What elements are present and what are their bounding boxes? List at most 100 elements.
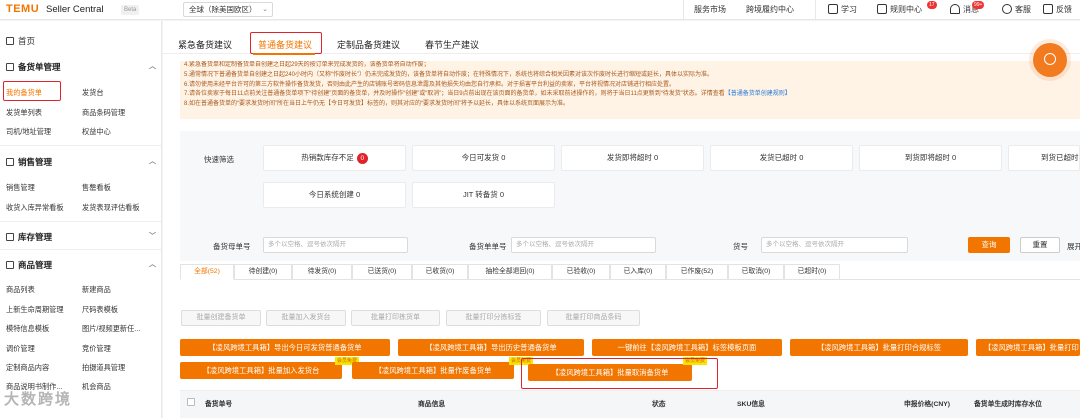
sidebar-item-new-product[interactable]: 新建商品 (82, 285, 111, 295)
messages-link[interactable]: 消息 99+ (950, 1, 985, 15)
status-tab-overdue[interactable]: 已超时(0) (784, 264, 840, 280)
clipboard-icon (6, 63, 14, 71)
parent-order-input[interactable]: 多个以空格、逗号依次隔开 (263, 237, 408, 253)
sidebar-item-props[interactable]: 拍摄道具管理 (82, 363, 125, 373)
sidebar-item-benefits[interactable]: 权益中心 (82, 127, 111, 137)
status-tab-returned[interactable]: 抽检全部退回(0) (468, 264, 552, 280)
sidebar-home[interactable]: 首页 (6, 35, 35, 47)
print-more-button[interactable]: 【凌风跨境工具箱】批量打印 (976, 339, 1080, 356)
tab-spring-festival[interactable]: 春节生产建议 (425, 38, 479, 51)
sidebar-item-shipping-desk[interactable]: 发货台 (82, 88, 104, 98)
quick-filter-low-stock[interactable]: 热销款库存不足 0 (263, 145, 406, 171)
status-tab-voided[interactable]: 已作废(52) (666, 264, 728, 280)
feedback-icon (1043, 4, 1053, 14)
learn-link[interactable]: 学习 (828, 4, 857, 15)
sidebar-section-products[interactable]: 商品管理 ︿ (6, 259, 156, 271)
tab-bar: 紧急备货建议 普通备货建议 定制品备货建议 春节生产建议 (163, 21, 1080, 55)
search-button[interactable]: 查询 (968, 237, 1010, 253)
tab-urgent[interactable]: 紧急备货建议 (178, 38, 232, 51)
quick-filter-jit[interactable]: JIT 转备货 0 (412, 182, 555, 208)
sidebar-item-size-chart[interactable]: 尺码表模板 (82, 305, 118, 315)
batch-print-barcode-button[interactable]: 批量打印商品条码 (547, 310, 640, 326)
sidebar-section-sales[interactable]: 销售管理 ︿ (6, 156, 156, 168)
headset-icon (1002, 4, 1012, 14)
status-tab-to-create[interactable]: 待创建(0) (234, 264, 292, 280)
sidebar-item-shipment-list[interactable]: 发货单列表 (6, 108, 42, 118)
sidebar-item-receiving-exceptions[interactable]: 收货入库异常看板 (6, 203, 64, 213)
region-select[interactable]: 全球（除美国欧区） ⌄ (183, 2, 273, 17)
order-no-input[interactable]: 多个以空格、逗号依次隔开 (511, 237, 656, 253)
status-tab-received[interactable]: 已收货(0) (412, 264, 468, 280)
sidebar-item-drivers[interactable]: 司机/地址管理 (6, 127, 51, 137)
feedback-link[interactable]: 反馈 (1043, 4, 1072, 15)
document-icon (877, 4, 887, 14)
batch-print-pick-button[interactable]: 批量打印拣货单 (351, 310, 440, 326)
active-tab-indicator (253, 53, 315, 55)
col-product-info: 商品信息 (418, 401, 446, 408)
divider (683, 0, 684, 20)
beta-badge: Beta (121, 5, 140, 15)
rules-center-link[interactable]: 规则中心 17 (877, 1, 937, 15)
batch-print-sort-button[interactable]: 批量打印分拣标签 (446, 310, 541, 326)
fulfillment-center-link[interactable]: 跨境履约中心 (746, 4, 794, 15)
floating-assistant-button[interactable] (1033, 43, 1067, 77)
sku-input[interactable]: 多个以空格、逗号依次隔开 (761, 237, 908, 253)
quick-filter-arrive-timeout-soon[interactable]: 到货即将超时 0 (859, 145, 1002, 171)
sidebar: 首页 备货单管理 ︿ 我的备货单 发货台 发货单列表 商品条码管理 司机/地址管理… (0, 21, 162, 418)
sidebar-item-media-update[interactable]: 图片/视频更新任... (82, 324, 140, 334)
batch-create-button[interactable]: 批量创建备货单 (181, 310, 261, 326)
quick-filter-ship-timeout-soon[interactable]: 发货即将超时 0 (561, 145, 704, 171)
notice-line: 8.如在普通备货单的“要求发货时间”所在当日上午仍无【今日可发货】标签的，则其对… (184, 101, 569, 108)
service-market-link[interactable]: 服务市场 (694, 4, 726, 15)
quick-filter-system-created[interactable]: 今日系统创建 0 (263, 182, 406, 208)
col-order-no: 备货单号 (205, 401, 233, 408)
tab-custom[interactable]: 定制品备货建议 (337, 38, 400, 51)
batch-add-desk-button[interactable]: 批量加入发货台 (266, 310, 346, 326)
print-compliance-button[interactable]: 【凌风跨境工具箱】批量打印合规标签 (790, 339, 968, 356)
highlight-box (250, 32, 322, 54)
sidebar-section-orders[interactable]: 备货单管理 ︿ (6, 61, 156, 73)
sku-label: 货号 (733, 242, 748, 251)
status-tab-shipped[interactable]: 已送货(0) (352, 264, 412, 280)
support-link[interactable]: 客服 (1002, 4, 1031, 15)
sidebar-item-soldout[interactable]: 售罄看板 (82, 183, 111, 193)
order-no-label: 备货单单号 (469, 242, 507, 251)
reset-button[interactable]: 重置 (1020, 237, 1060, 253)
export-history-button[interactable]: 【凌风跨境工具箱】导出历史普通备货单 (398, 339, 584, 356)
rules-link[interactable]: 【普通备货单创建规则】 (725, 91, 791, 97)
quick-filter-ship-today[interactable]: 今日可发货 0 (412, 145, 555, 171)
sidebar-item-product-list[interactable]: 商品列表 (6, 285, 35, 295)
sidebar-item-custom-content[interactable]: 定制商品内容 (6, 363, 49, 373)
box-icon (6, 233, 14, 241)
quick-filter-ship-timeout[interactable]: 发货已超时 0 (710, 145, 853, 171)
export-today-button[interactable]: 【凌风跨境工具箱】导出今日可发货普通备货单 (180, 339, 390, 356)
status-tab-cancelled[interactable]: 已取消(0) (728, 264, 784, 280)
sidebar-item-opportunity[interactable]: 机会商品 (82, 382, 111, 392)
sidebar-item-sales[interactable]: 销售管理 (6, 183, 35, 193)
status-tab-to-ship[interactable]: 待发货(0) (292, 264, 352, 280)
count-badge: 0 (356, 153, 368, 164)
sidebar-item-lifecycle[interactable]: 上新生命周期管理 (6, 305, 64, 315)
sidebar-item-model-info[interactable]: 模特信息模板 (6, 324, 49, 334)
temu-logo[interactable]: TEMU (6, 3, 39, 15)
notice-line: 7.请各位卖家于每日11点前关注普通备货单项下“待创建”页面的备货单，并及时操作… (184, 91, 791, 98)
goto-template-button[interactable]: 一键前往【凌风跨境工具箱】标签模板页面 (592, 339, 782, 356)
quick-filter-arrive-timeout[interactable]: 到货已超时 (1008, 145, 1080, 171)
watermark: 大数跨境 (4, 391, 73, 408)
expand-link[interactable]: 展开 (1067, 241, 1080, 252)
sidebar-item-shipping-performance[interactable]: 发货表现评估看板 (82, 203, 140, 213)
sidebar-item-price-adjust[interactable]: 调价管理 (6, 344, 35, 354)
col-sku-info: SKU信息 (737, 401, 765, 408)
parent-order-label: 备货母单号 (213, 242, 251, 251)
batch-void-plugin-button[interactable]: 【凌风跨境工具箱】批量作废备货单 (352, 362, 514, 379)
sidebar-item-bidding[interactable]: 竞价管理 (82, 344, 111, 354)
batch-add-desk-plugin-button[interactable]: 【凌风跨境工具箱】批量加入发货台 (180, 362, 342, 379)
select-all-checkbox[interactable] (187, 398, 195, 406)
status-tab-accepted[interactable]: 已验收(0) (552, 264, 610, 280)
sidebar-item-barcode[interactable]: 商品条码管理 (82, 108, 125, 118)
status-tab-stocked[interactable]: 已入库(0) (610, 264, 666, 280)
status-tab-all[interactable]: 全部(52) (180, 264, 234, 280)
bell-icon (950, 4, 960, 14)
sidebar-section-inventory[interactable]: 库存管理 ﹀ (6, 231, 156, 243)
chevron-up-icon: ︿ (149, 261, 156, 268)
